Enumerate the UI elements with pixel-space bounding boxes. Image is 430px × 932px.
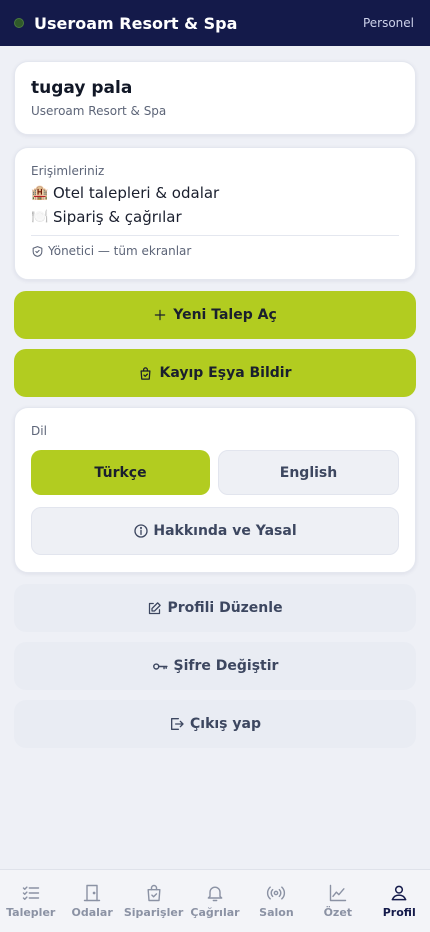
- chart-line-icon: [329, 884, 347, 902]
- language-label: Dil: [31, 424, 47, 438]
- access-item-label: Sipariş & çağrılar: [53, 208, 182, 226]
- logout-icon: [171, 718, 184, 730]
- shopping-bag-icon: [147, 884, 161, 902]
- edit-icon: [149, 601, 162, 614]
- language-card: Dil Türkçe English Hakkında ve Yasal: [14, 407, 416, 573]
- plus-icon: [154, 309, 166, 321]
- nav-label: Salon: [259, 906, 294, 919]
- nav-item-talepler[interactable]: Talepler: [0, 870, 61, 932]
- access-item-label: Otel talepleri & odalar: [53, 184, 220, 202]
- new-request-label: Yeni Talep Aç: [173, 307, 277, 323]
- user-hotel: Useroam Resort & Spa: [31, 104, 167, 118]
- top-bar: Useroam Resort & Spa Personel: [0, 0, 430, 46]
- nav-item-odalar[interactable]: Odalar: [61, 870, 122, 932]
- hotel-icon: 🏨: [31, 185, 49, 201]
- language-option-english[interactable]: English: [218, 450, 399, 495]
- info-icon: [134, 524, 149, 538]
- status-dot-icon: [14, 18, 24, 28]
- key-icon: [152, 662, 168, 670]
- nav-item-salon[interactable]: Salon: [246, 870, 307, 932]
- language-option-turkish[interactable]: Türkçe: [31, 450, 210, 495]
- user-icon: [391, 885, 407, 901]
- nav-label: Çağrılar: [190, 906, 240, 919]
- profile-card: tugay pala Useroam Resort & Spa: [14, 61, 416, 135]
- bell-icon: [207, 886, 223, 902]
- language-options: Türkçe English: [31, 450, 399, 495]
- nav-item-siparisler[interactable]: Siparişler: [123, 870, 184, 932]
- bag-check-icon: [140, 366, 151, 380]
- new-request-button[interactable]: Yeni Talep Aç: [14, 291, 416, 339]
- nav-label: Özet: [323, 906, 353, 919]
- lost-item-label: Kayıp Eşya Bildir: [159, 365, 292, 381]
- logout-button[interactable]: Çıkış yap: [14, 700, 416, 748]
- shield-check-icon: [32, 245, 43, 257]
- change-password-label: Şifre Değiştir: [173, 658, 279, 674]
- access-item-hotel: 🏨 Otel talepleri & odalar: [31, 184, 399, 202]
- access-role-text: Yönetici — tüm ekranlar: [48, 244, 192, 258]
- edit-profile-label: Profili Düzenle: [167, 600, 283, 616]
- change-password-button[interactable]: Şifre Değiştir: [14, 642, 416, 690]
- nav-item-profil[interactable]: Profil: [369, 870, 430, 932]
- nav-item-cagrilar[interactable]: Çağrılar: [184, 870, 245, 932]
- nav-label: Talepler: [6, 906, 56, 919]
- lost-item-button[interactable]: Kayıp Eşya Bildir: [14, 349, 416, 397]
- door-icon: [83, 884, 101, 902]
- role-label: Personel: [362, 16, 414, 30]
- about-legal-label: Hakkında ve Yasal: [153, 523, 297, 539]
- divider: [31, 235, 399, 236]
- access-label: Erişimleriniz: [31, 164, 105, 178]
- profile-content: tugay pala Useroam Resort & Spa Erişimle…: [14, 61, 416, 758]
- nav-item-ozet[interactable]: Özet: [307, 870, 368, 932]
- access-card: Erişimleriniz 🏨 Otel talepleri & odalar …: [14, 147, 416, 280]
- dining-icon: 🍽️: [31, 209, 49, 225]
- edit-profile-button[interactable]: Profili Düzenle: [14, 584, 416, 632]
- list-check-icon: [22, 886, 39, 900]
- access-item-orders: 🍽️ Sipariş & çağrılar: [31, 208, 399, 226]
- nav-label: Siparişler: [123, 906, 184, 919]
- app-title: Useroam Resort & Spa: [34, 13, 238, 33]
- nav-label: Profil: [382, 906, 416, 919]
- access-role: Yönetici — tüm ekranlar: [31, 244, 399, 258]
- logout-label: Çıkış yap: [190, 716, 261, 732]
- broadcast-icon: [267, 886, 286, 900]
- bottom-nav: Talepler Odalar Siparişler Çağrılar Salo…: [0, 869, 430, 932]
- about-legal-button[interactable]: Hakkında ve Yasal: [31, 507, 399, 555]
- user-name: tugay pala: [31, 78, 133, 98]
- nav-label: Odalar: [71, 906, 113, 919]
